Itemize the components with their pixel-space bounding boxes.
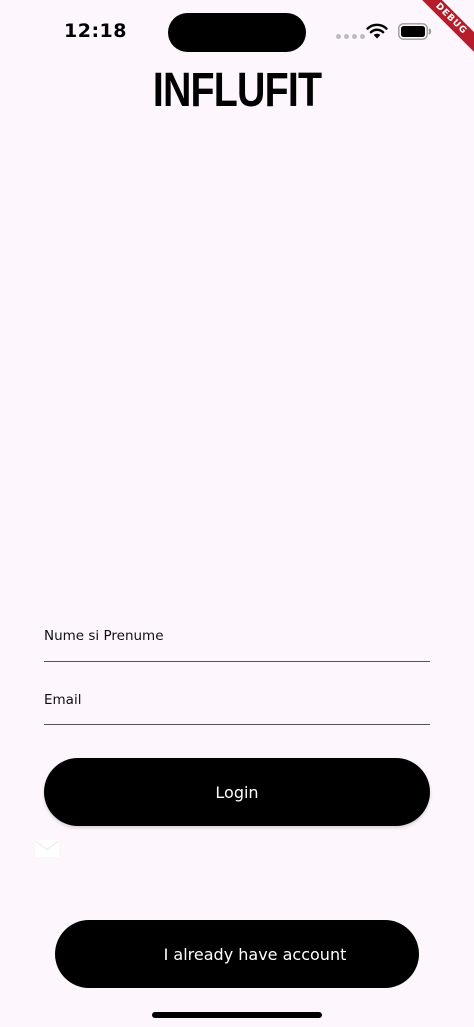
dynamic-island [168, 13, 306, 52]
name-field[interactable]: Nume si Prenume [44, 624, 434, 663]
debug-banner: DEBUG [414, 0, 474, 60]
email-input[interactable] [44, 688, 434, 726]
mail-icon [35, 840, 59, 857]
wifi-icon [366, 23, 388, 39]
existing-account-button-label: I already have account [163, 944, 347, 964]
email-field[interactable]: Email [44, 688, 434, 726]
debug-banner-label: DEBUG [414, 0, 474, 56]
app-logo: INFLUFIT [152, 64, 322, 117]
existing-account-button[interactable]: I already have account [55, 920, 419, 988]
cellular-signal-icon [336, 34, 365, 39]
login-button[interactable]: Login [44, 758, 430, 826]
name-input[interactable] [44, 624, 434, 663]
status-bar: 12:18 [0, 0, 474, 60]
status-time: 12:18 [64, 20, 127, 42]
home-indicator[interactable] [152, 1012, 322, 1018]
